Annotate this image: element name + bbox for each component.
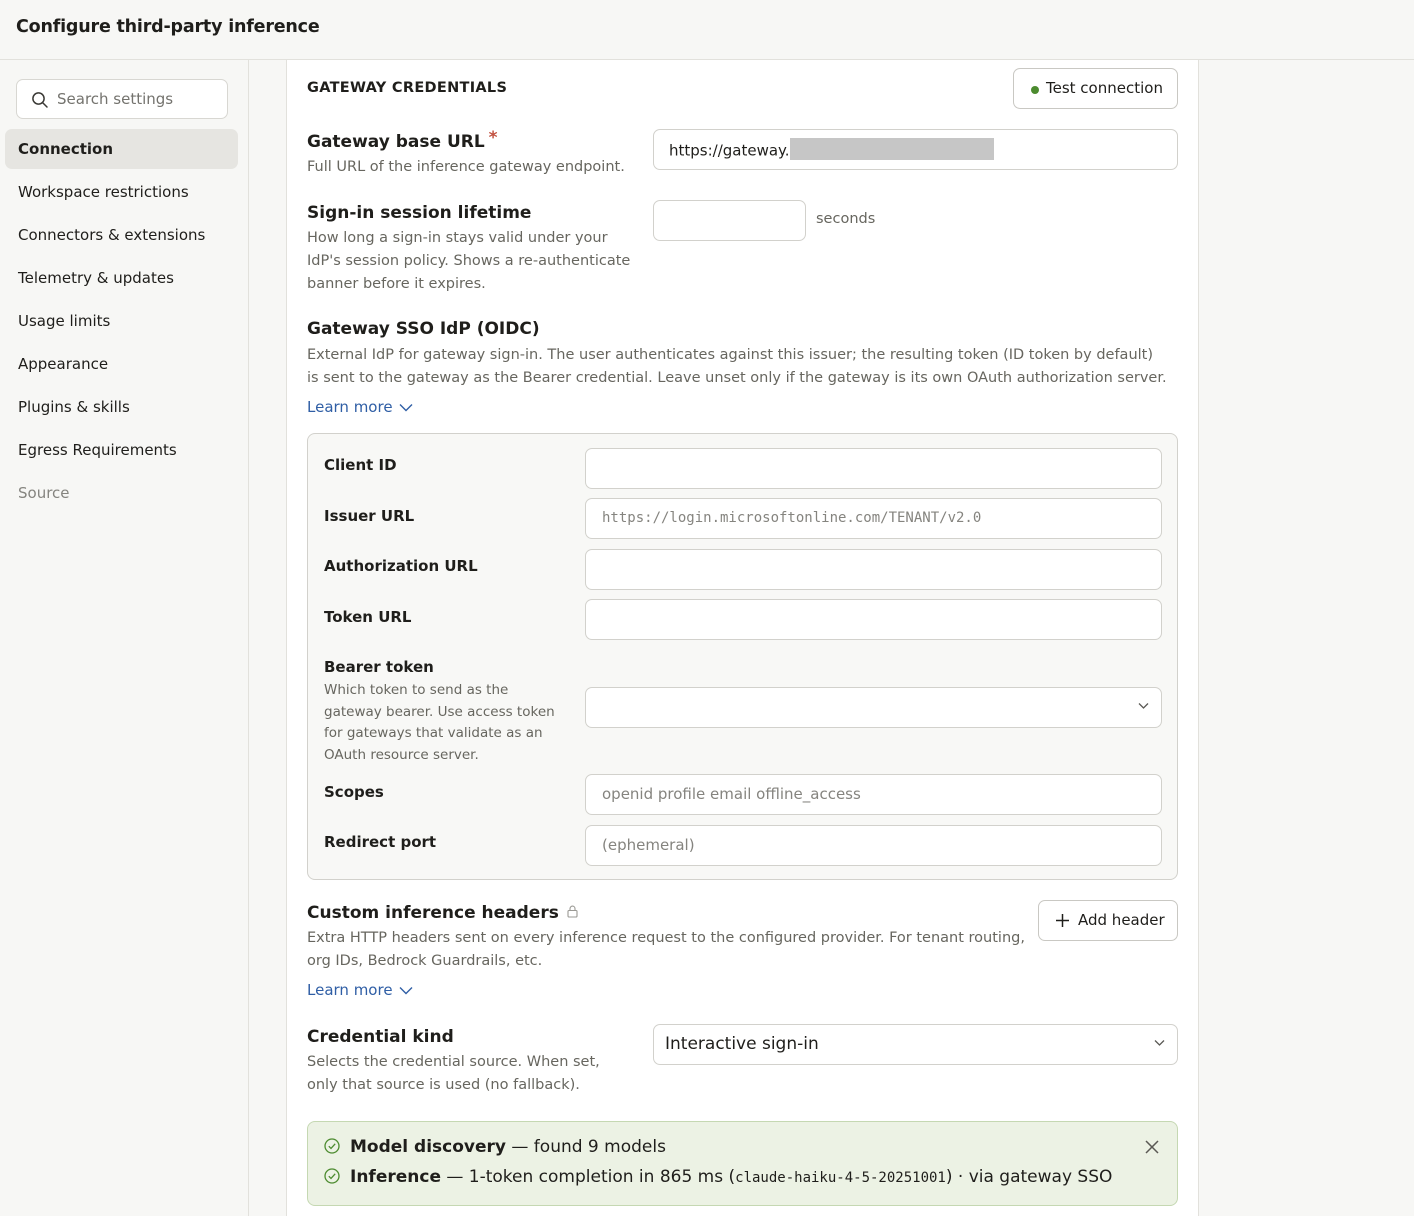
redirect-port-input[interactable]: (ephemeral) xyxy=(585,825,1162,866)
scopes-input[interactable]: openid profile email offline_access xyxy=(585,774,1162,815)
custom-headers-title-text: Custom inference headers xyxy=(307,903,559,923)
sso-idp-title: Gateway SSO IdP (OIDC) xyxy=(307,319,540,339)
credential-kind-value: Interactive sign-in xyxy=(665,1034,819,1054)
chevron-down-icon xyxy=(399,404,413,412)
lock-icon xyxy=(567,905,578,918)
authorization-url-input[interactable] xyxy=(585,549,1162,590)
inference-label: Inference xyxy=(350,1167,441,1187)
sso-idp-description: External IdP for gateway sign-in. The us… xyxy=(307,347,1167,386)
token-url-label: Token URL xyxy=(324,608,412,626)
issuer-url-input[interactable]: https://login.microsoftonline.com/TENANT… xyxy=(585,498,1162,539)
check-circle-icon xyxy=(324,1138,340,1154)
required-marker: * xyxy=(488,128,498,148)
gateway-url-value: https://gateway. xyxy=(669,141,790,160)
check-circle-icon xyxy=(324,1168,340,1184)
model-discovery-text: — found 9 models xyxy=(506,1137,666,1157)
custom-headers-title: Custom inference headers xyxy=(307,903,578,923)
sidebar-item-connection[interactable]: Connection xyxy=(5,129,238,169)
issuer-url-label: Issuer URL xyxy=(324,507,415,525)
sidebar-item-connectors-extensions[interactable]: Connectors & extensions xyxy=(5,215,238,255)
test-connection-button[interactable]: Test connection xyxy=(1013,68,1178,109)
test-connection-label: Test connection xyxy=(1046,79,1163,97)
search-input[interactable] xyxy=(57,88,221,110)
plus-icon xyxy=(1056,914,1069,927)
inference-model: claude-haiku-4-5-20251001 xyxy=(735,1170,946,1186)
gateway-url-description: Full URL of the inference gateway endpoi… xyxy=(307,159,625,175)
authorization-url-label: Authorization URL xyxy=(324,557,478,575)
chevron-down-icon xyxy=(1154,1040,1165,1046)
settings-panel: GATEWAY CREDENTIALS Test connection Gate… xyxy=(286,60,1199,1216)
redirect-port-label: Redirect port xyxy=(324,833,437,851)
redacted-block xyxy=(789,138,994,160)
model-discovery-label: Model discovery xyxy=(350,1137,506,1157)
chevron-down-icon xyxy=(399,987,413,995)
sidebar-item-egress-requirements[interactable]: Egress Requirements xyxy=(5,430,238,470)
search-box[interactable] xyxy=(16,79,228,119)
inference-prefix: — 1-token completion in 865 ms ( xyxy=(440,1167,736,1187)
client-id-label: Client ID xyxy=(324,456,397,474)
credential-kind-select[interactable]: Interactive sign-in xyxy=(653,1024,1178,1065)
session-lifetime-unit: seconds xyxy=(816,211,876,227)
inference-status: Inference — 1-token completion in 865 ms… xyxy=(324,1167,1112,1187)
token-url-input[interactable] xyxy=(585,599,1162,640)
status-dot-icon xyxy=(1031,86,1039,94)
gateway-url-title-text: Gateway base URL xyxy=(307,132,485,152)
sidebar-item-source[interactable]: Source xyxy=(5,473,238,513)
bearer-token-description: Which token to send as the gateway beare… xyxy=(324,682,555,763)
scopes-label: Scopes xyxy=(324,783,384,801)
sidebar-item-workspace-restrictions[interactable]: Workspace restrictions xyxy=(5,172,238,212)
headers-learn-more-text: Learn more xyxy=(307,981,393,999)
search-icon xyxy=(32,92,48,108)
close-icon[interactable] xyxy=(1145,1140,1159,1154)
credential-kind-description: Selects the credential source. When set,… xyxy=(307,1054,600,1093)
oidc-settings-box: Client ID Issuer URL https://login.micro… xyxy=(307,433,1178,880)
client-id-input[interactable] xyxy=(585,448,1162,489)
chevron-down-icon xyxy=(1138,703,1149,709)
add-header-label: Add header xyxy=(1078,911,1165,929)
sidebar-item-plugins-skills[interactable]: Plugins & skills xyxy=(5,387,238,427)
section-heading: GATEWAY CREDENTIALS xyxy=(307,80,508,96)
sidebar-item-usage-limits[interactable]: Usage limits xyxy=(5,301,238,341)
custom-headers-description: Extra HTTP headers sent on every inferen… xyxy=(307,930,1025,969)
session-lifetime-title: Sign-in session lifetime xyxy=(307,203,532,223)
model-discovery-status: Model discovery — found 9 models xyxy=(324,1137,666,1157)
headers-learn-more-link[interactable]: Learn more xyxy=(307,981,413,999)
add-header-button[interactable]: Add header xyxy=(1038,900,1178,941)
session-lifetime-input[interactable] xyxy=(653,200,806,241)
sidebar-item-telemetry-updates[interactable]: Telemetry & updates xyxy=(5,258,238,298)
bearer-token-select[interactable] xyxy=(585,687,1162,728)
bearer-token-label: Bearer token xyxy=(324,658,434,676)
sidebar: Connection Workspace restrictions Connec… xyxy=(0,60,249,1216)
connection-status-banner: Model discovery — found 9 models Inferen… xyxy=(307,1121,1178,1206)
sso-learn-more-text: Learn more xyxy=(307,398,393,416)
sidebar-item-appearance[interactable]: Appearance xyxy=(5,344,238,384)
credential-kind-title: Credential kind xyxy=(307,1027,454,1047)
gateway-url-title: Gateway base URL * xyxy=(307,128,498,152)
sso-learn-more-link[interactable]: Learn more xyxy=(307,398,413,416)
inference-suffix: ) · via gateway SSO xyxy=(945,1167,1113,1187)
gateway-url-input[interactable]: https://gateway. xyxy=(653,129,1178,170)
window-title: Configure third-party inference xyxy=(16,17,320,37)
session-lifetime-description: How long a sign-in stays valid under you… xyxy=(307,230,631,292)
title-bar: Configure third-party inference xyxy=(0,0,1414,60)
